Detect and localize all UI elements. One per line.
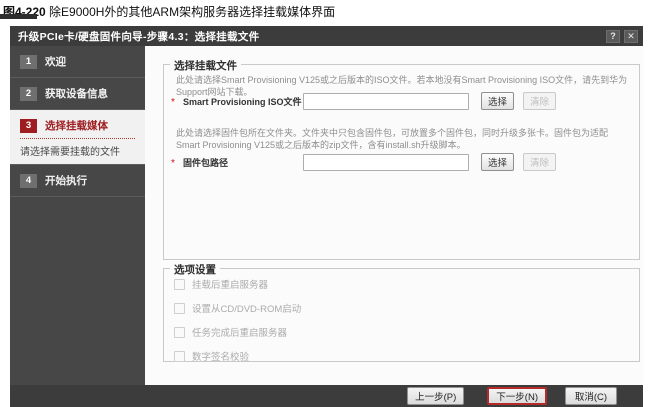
sidebar-step-execute[interactable]: 4 开始执行 (10, 165, 145, 197)
option-label: 设置从CD/DVD-ROM启动 (192, 301, 301, 315)
dialog-body: 1 欢迎 2 获取设备信息 3 选择挂载媒体 请选择需要挂载的文件 (10, 46, 643, 385)
close-icon[interactable]: ✕ (624, 30, 638, 43)
option-restart-after-task: 任务完成后重启服务器 (174, 325, 287, 339)
checkbox-icon (174, 279, 185, 290)
checkbox-icon (174, 327, 185, 338)
option-label: 挂载后重启服务器 (192, 277, 268, 291)
figure-caption: 图4-220 除E9000H外的其他ARM架构服务器选择挂载媒体界面 (3, 3, 335, 20)
option-restart-after-mount: 挂载后重启服务器 (174, 277, 268, 291)
step-number-badge: 2 (20, 87, 37, 101)
option-digital-signature-check: 数字签名校验 (174, 349, 249, 363)
firmware-path-label: 固件包路径 (183, 156, 303, 169)
group-title: 选择挂载文件 (170, 58, 241, 73)
checkbox-icon (174, 351, 185, 362)
next-step-button[interactable]: 下一步(N) (487, 387, 547, 405)
step-number-badge: 3 (20, 119, 37, 133)
wizard-content-pane: 选择挂载文件 此处请选择Smart Provisioning V125或之后版本… (145, 46, 643, 385)
dialog-titlebar: 升级PCIe卡/硬盘固件向导-步骤4.3：选择挂载文件 ? ✕ (10, 26, 643, 46)
dialog-footer: 上一步(P) 下一步(N) 取消(C) (10, 385, 643, 407)
firmware-package-hint: 此处请选择固件包所在文件夹。文件夹中只包含固件包，可放置多个固件包，同时升级多张… (176, 127, 629, 151)
firmware-path-input[interactable] (303, 154, 469, 171)
iso-select-button[interactable]: 选择 (481, 92, 514, 110)
upgrade-wizard-dialog: 升级PCIe卡/硬盘固件向导-步骤4.3：选择挂载文件 ? ✕ 1 欢迎 2 获… (10, 26, 643, 407)
iso-file-input[interactable] (303, 93, 469, 110)
help-icon[interactable]: ? (606, 30, 620, 43)
required-asterisk: * (171, 94, 183, 108)
previous-step-button[interactable]: 上一步(P) (407, 387, 464, 405)
step-label: 获取设备信息 (45, 86, 108, 101)
sidebar-step-welcome[interactable]: 1 欢迎 (10, 46, 145, 78)
firmware-select-button[interactable]: 选择 (481, 153, 514, 171)
option-boot-from-cdrom: 设置从CD/DVD-ROM启动 (174, 301, 301, 315)
checkbox-icon (174, 303, 185, 314)
iso-file-row: * Smart Provisioning ISO文件 选择 清除 (171, 92, 556, 110)
caption-underline-artifact (0, 14, 37, 19)
required-asterisk: * (171, 155, 183, 169)
step-label: 选择挂载媒体 (45, 118, 108, 133)
sidebar-step-select-media[interactable]: 3 选择挂载媒体 请选择需要挂载的文件 (10, 110, 145, 165)
step-number-badge: 4 (20, 174, 37, 188)
figure-caption-text: 除E9000H外的其他ARM架构服务器选择挂载媒体界面 (49, 5, 335, 19)
option-label: 数字签名校验 (192, 349, 249, 363)
group-title: 选项设置 (170, 262, 220, 277)
active-step-subtitle: 请选择需要挂载的文件 (20, 143, 135, 158)
step-label: 欢迎 (45, 54, 66, 69)
select-mount-file-group: 选择挂载文件 此处请选择Smart Provisioning V125或之后版本… (163, 64, 640, 260)
option-label: 任务完成后重启服务器 (192, 325, 287, 339)
wizard-steps-sidebar: 1 欢迎 2 获取设备信息 3 选择挂载媒体 请选择需要挂载的文件 (10, 46, 145, 385)
iso-clear-button: 清除 (523, 92, 556, 110)
firmware-path-row: * 固件包路径 选择 清除 (171, 153, 556, 171)
step-label: 开始执行 (45, 173, 87, 188)
sidebar-step-device-info[interactable]: 2 获取设备信息 (10, 78, 145, 110)
cancel-button[interactable]: 取消(C) (565, 387, 617, 405)
step-number-badge: 1 (20, 55, 37, 69)
active-step-divider (20, 138, 135, 139)
iso-file-label: Smart Provisioning ISO文件 (183, 95, 303, 108)
firmware-clear-button: 清除 (523, 153, 556, 171)
option-settings-group: 选项设置 挂载后重启服务器 设置从CD/DVD-ROM启动 任务完成后重启服务器… (163, 268, 640, 362)
dialog-title: 升级PCIe卡/硬盘固件向导-步骤4.3：选择挂载文件 (18, 29, 602, 44)
